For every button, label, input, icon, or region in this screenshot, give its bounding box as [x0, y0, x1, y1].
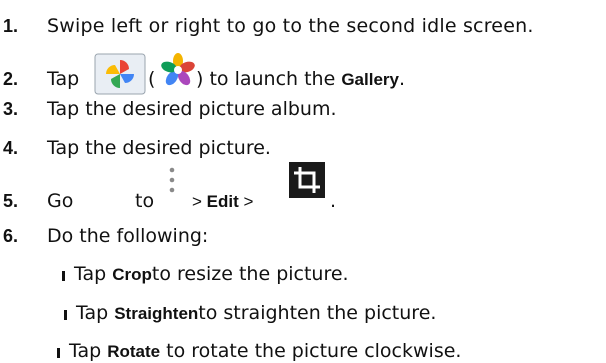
separator: > [243, 192, 254, 211]
photos-pinwheel-icon [94, 53, 146, 95]
crop-label: Crop [112, 265, 152, 284]
separator: > [192, 192, 202, 211]
step-number: 1. [3, 16, 19, 36]
step-text: Tap the desired picture album. [47, 98, 337, 120]
bullet [57, 348, 60, 358]
sub-text: Tap [76, 302, 109, 324]
period: . [330, 190, 337, 212]
step-number: 2. [3, 69, 19, 89]
step-text: Tap the desired picture. [47, 137, 271, 159]
period: . [398, 68, 406, 90]
sub-text: to resize the picture. [151, 263, 349, 285]
sub-item-straighten: Tap Straightento straighten the picture. [64, 302, 436, 325]
sub-item-rotate: Tap Rotate to rotate the picture clockwi… [57, 340, 461, 363]
step-text: Do the following: [47, 225, 209, 247]
step-number: 3. [3, 99, 19, 119]
sub-text: to straighten the picture. [198, 302, 437, 324]
step-text: Swipe left or right to go to the second … [47, 15, 534, 37]
step-text-edit: > Edit > [192, 191, 253, 213]
more-options-vertical-icon [169, 167, 175, 193]
to-text: to [135, 190, 155, 212]
photos-flower-icon [161, 53, 195, 86]
rotate-label: Rotate [107, 342, 161, 361]
sub-text: Tap [74, 263, 107, 285]
step-text-tap: Tap [47, 68, 80, 90]
instructions-page: { "steps": [ {"number": "1.", "text": "S… [0, 0, 606, 363]
bullet [62, 271, 65, 281]
step-number: 4. [3, 138, 19, 158]
crop-icon [289, 162, 325, 198]
sub-text: Tap [69, 340, 102, 362]
straighten-label: Straighten [114, 304, 199, 323]
bullet [64, 310, 67, 320]
step-text-launch: ) to launch the Gallery. [196, 68, 405, 91]
paren-open: ( [148, 68, 156, 90]
gallery-label: Gallery [341, 70, 399, 89]
edit-label: Edit [206, 192, 239, 211]
sub-text: to rotate the picture clockwise. [166, 340, 462, 362]
sub-item-crop: Tap Cropto resize the picture. [62, 263, 349, 286]
launch-text: ) to launch the [196, 68, 336, 90]
step-number: 6. [3, 226, 19, 246]
go-text: Go [47, 190, 74, 212]
step-number: 5. [3, 191, 19, 211]
